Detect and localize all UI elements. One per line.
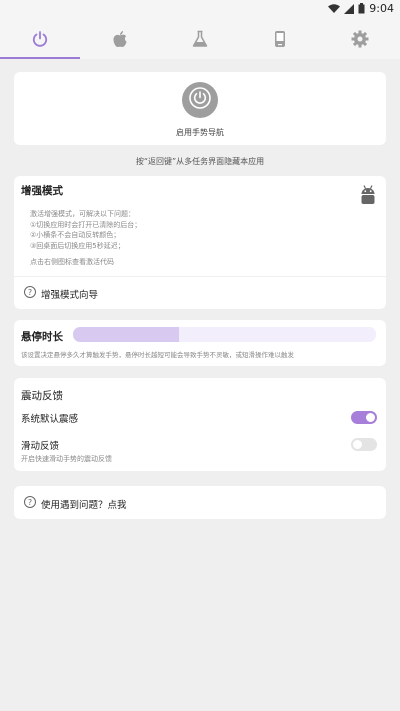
- enhanced-guide-label: 增强模式向导: [41, 290, 99, 301]
- status-time: 9:04: [369, 2, 394, 15]
- enhanced-footer: 点击右侧图标查看激活代码: [30, 258, 114, 266]
- hover-description: 该设置决定悬停多久才算触发手势，悬停时长越短可能会导致手势不灵敏，或短滑操作难以…: [21, 351, 294, 359]
- hide-hint: 按“返回键”从多任务界面隐藏本应用: [135, 157, 265, 166]
- vibration-title: 震动反馈: [21, 390, 63, 402]
- status-icons: 9:04: [328, 2, 394, 15]
- toggle-knob: [366, 413, 375, 422]
- hover-title: 悬停时长: [21, 331, 63, 343]
- power-button[interactable]: [182, 82, 218, 118]
- apple-icon: [112, 30, 128, 48]
- help-card[interactable]: ? 使用遇到问题？点我: [14, 486, 386, 519]
- tab-lab[interactable]: [160, 18, 240, 59]
- tab-bar: [0, 18, 400, 59]
- phone-icon: [274, 30, 286, 48]
- power-card: 启用手势导航: [14, 72, 386, 145]
- hover-duration-slider[interactable]: [73, 327, 376, 342]
- enhanced-description: 激活增强模式，可解决以下问题： ①切换应用时会打开已清除的后台； ②小横条不会自…: [30, 209, 141, 251]
- battery-icon: [358, 3, 365, 14]
- slide-feedback-description: 开启快速滑动手势的震动反馈: [21, 455, 112, 463]
- android-icon[interactable]: [360, 184, 376, 210]
- slide-feedback-toggle[interactable]: [351, 438, 377, 451]
- enhanced-guide-link[interactable]: ? 增强模式向导: [14, 277, 386, 309]
- enhanced-desc-line: ①切换应用时会打开已清除的后台；: [30, 220, 142, 229]
- tab-indicator: [0, 57, 80, 59]
- enhanced-mode-card: 增强模式 激活增强模式，可解决以下问题： ①切换应用时会打开已清除的后台； ②小…: [14, 176, 386, 309]
- vibration-card: 震动反馈 系统默认震感 滑动反馈 开启快速滑动手势的震动反馈: [14, 378, 386, 471]
- toggle-knob: [353, 440, 362, 449]
- help-icon: ?: [24, 286, 36, 298]
- wifi-icon: [328, 3, 341, 14]
- gear-icon: [351, 30, 369, 48]
- tab-settings[interactable]: [320, 18, 400, 59]
- power-icon: [31, 30, 49, 48]
- power-icon: [188, 86, 212, 114]
- help-icon: ?: [24, 496, 36, 508]
- status-bar: 9:04: [0, 0, 400, 18]
- system-vibration-toggle[interactable]: [351, 411, 377, 424]
- hover-duration-fill: [73, 327, 180, 342]
- signal-icon: [344, 3, 355, 14]
- enhanced-title: 增强模式: [21, 185, 63, 197]
- system-vibration-label: 系统默认震感: [21, 414, 79, 425]
- enhanced-desc-line: ②小横条不会自动反转颜色；: [30, 231, 121, 239]
- hover-duration-card: 悬停时长 该设置决定悬停多久才算触发手势，悬停时长越短可能会导致手势不灵敏，或短…: [14, 320, 386, 366]
- tab-device[interactable]: [240, 18, 320, 59]
- help-label: 使用遇到问题？点我: [41, 500, 127, 511]
- tab-ios[interactable]: [80, 18, 160, 59]
- slide-feedback-label: 滑动反馈: [21, 441, 60, 452]
- enhanced-desc-line: ③回桌面后切换应用5秒延迟；: [30, 241, 125, 250]
- tab-gesture[interactable]: [0, 18, 80, 59]
- enhanced-desc-line: 激活增强模式，可解决以下问题：: [30, 210, 135, 218]
- flask-icon: [192, 30, 208, 48]
- power-label: 启用手势导航: [176, 128, 224, 137]
